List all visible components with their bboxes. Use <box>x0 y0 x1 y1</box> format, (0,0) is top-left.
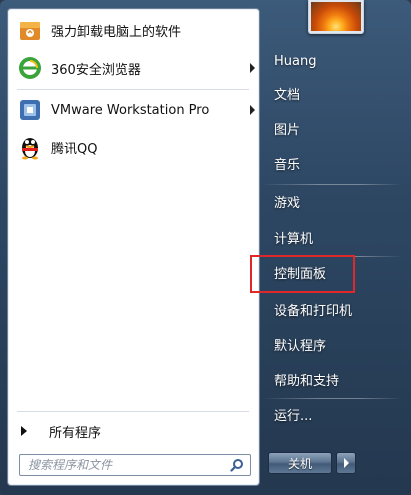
menu-games[interactable]: 游戏 <box>274 192 300 216</box>
divider <box>262 398 402 399</box>
menu-pictures[interactable]: 图片 <box>274 119 300 143</box>
menu-run[interactable]: 运行... <box>274 405 312 429</box>
search-box[interactable] <box>19 454 251 476</box>
program-label: 腾讯QQ <box>51 141 98 157</box>
menu-computer[interactable]: 计算机 <box>274 228 313 252</box>
program-item-uninstaller[interactable]: 强力卸载电脑上的软件 <box>17 14 255 46</box>
program-item-qq[interactable]: 腾讯QQ <box>17 131 255 163</box>
submenu-arrow-icon <box>250 63 255 73</box>
vmware-icon <box>17 97 43 123</box>
menu-help-support[interactable]: 帮助和支持 <box>274 370 339 394</box>
chevron-right-icon <box>344 458 349 468</box>
browser-360-icon <box>17 55 43 81</box>
program-label: 360安全浏览器 <box>51 62 141 78</box>
search-icon[interactable] <box>230 458 244 472</box>
divider <box>262 184 402 185</box>
control-panel-highlight-box <box>250 255 355 293</box>
program-item-vmware[interactable]: VMware Workstation Pro <box>17 94 255 126</box>
menu-default-programs[interactable]: 默认程序 <box>274 335 326 359</box>
menu-documents[interactable]: 文档 <box>274 84 300 108</box>
expand-arrow-icon <box>21 426 27 436</box>
program-label: VMware Workstation Pro <box>51 102 210 118</box>
all-programs-button[interactable]: 所有程序 <box>19 419 249 443</box>
program-item-360-browser[interactable]: 360安全浏览器 <box>17 52 255 84</box>
start-menu: 强力卸载电脑上的软件 360安全浏览器 VMware Workstation P… <box>0 0 411 495</box>
user-avatar[interactable] <box>308 0 364 34</box>
shutdown-button[interactable]: 关机 <box>268 452 332 474</box>
divider <box>17 411 249 412</box>
avatar-flower-picture <box>311 2 361 31</box>
programs-pane: 强力卸载电脑上的软件 360安全浏览器 VMware Workstation P… <box>7 8 260 486</box>
uninstaller-icon <box>17 17 43 43</box>
qq-penguin-icon <box>17 134 43 160</box>
menu-devices-printers[interactable]: 设备和打印机 <box>274 300 352 324</box>
all-programs-label: 所有程序 <box>49 425 102 441</box>
submenu-arrow-icon <box>250 105 255 115</box>
program-label: 强力卸载电脑上的软件 <box>51 24 182 40</box>
user-name-link[interactable]: Huang <box>274 50 316 74</box>
search-input[interactable] <box>20 455 228 475</box>
divider <box>17 89 249 90</box>
menu-music[interactable]: 音乐 <box>274 154 300 178</box>
shutdown-options-button[interactable] <box>336 452 356 474</box>
